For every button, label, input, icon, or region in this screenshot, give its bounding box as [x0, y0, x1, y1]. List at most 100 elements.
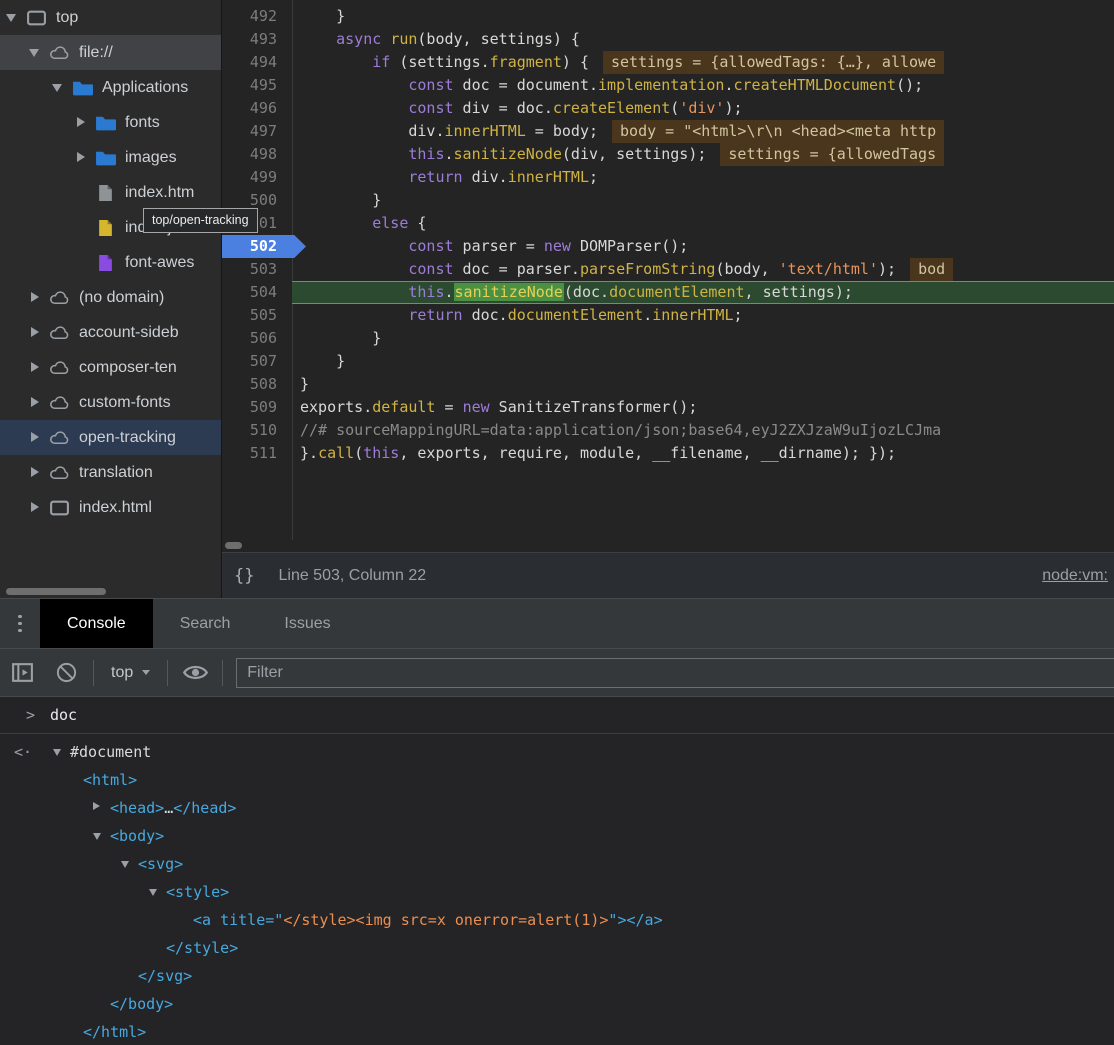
- expand-arrow-icon[interactable]: [29, 397, 40, 408]
- expand-arrow-icon[interactable]: [29, 432, 40, 443]
- code-line-492[interactable]: 492 }: [222, 5, 1114, 28]
- line-number-gutter[interactable]: 510: [222, 419, 292, 442]
- expand-arrow-icon[interactable]: [29, 292, 40, 303]
- line-number-gutter[interactable]: 505: [222, 304, 292, 327]
- line-number-gutter[interactable]: 498: [222, 143, 292, 166]
- execution-context-selector[interactable]: top: [111, 664, 150, 682]
- code-line-494[interactable]: 494 if (settings.fragment) {settings = {…: [222, 51, 1114, 74]
- line-number-gutter[interactable]: 493: [222, 28, 292, 51]
- line-number-gutter[interactable]: 499: [222, 166, 292, 189]
- console-tree-row[interactable]: </style>: [0, 934, 1114, 962]
- dom-token: </style><img src=x onerror=alert(1)>: [283, 911, 608, 929]
- show-console-sidebar-button[interactable]: [0, 660, 44, 685]
- sidebar-item-account-sideb[interactable]: account-sideb: [0, 315, 221, 350]
- console-tree-row[interactable]: </svg>: [0, 962, 1114, 990]
- expand-arrow-icon[interactable]: [29, 502, 40, 513]
- code-line-500[interactable]: 500 }: [222, 189, 1114, 212]
- code-line-501[interactable]: 501 else {: [222, 212, 1114, 235]
- console-tree-row[interactable]: </body>: [0, 990, 1114, 1018]
- collapse-arrow-icon[interactable]: [29, 47, 40, 58]
- code-line-498[interactable]: 498 this.sanitizeNode(div, settings);set…: [222, 143, 1114, 166]
- collapse-arrow-icon[interactable]: [52, 82, 63, 93]
- pretty-print-button[interactable]: {}: [234, 566, 254, 586]
- sidebar-item-custom-fonts[interactable]: custom-fonts: [0, 385, 221, 420]
- sidebar-item-top[interactable]: top: [0, 0, 221, 35]
- collapse-arrow-icon[interactable]: [121, 861, 129, 868]
- line-number-gutter[interactable]: 506: [222, 327, 292, 350]
- line-number-gutter[interactable]: 503: [222, 258, 292, 281]
- line-number-gutter[interactable]: 494: [222, 51, 292, 74]
- code-line-508[interactable]: 508}: [222, 373, 1114, 396]
- sidebar-item-images[interactable]: images: [0, 140, 221, 175]
- code-line-511[interactable]: 511}.call(this, exports, require, module…: [222, 442, 1114, 465]
- more-options-icon[interactable]: [0, 599, 40, 648]
- code-line-507[interactable]: 507 }: [222, 350, 1114, 373]
- collapse-arrow-icon[interactable]: [149, 889, 157, 896]
- sidebar-item-file[interactable]: file://: [0, 35, 221, 70]
- sidebar-item-applications[interactable]: Applications: [0, 70, 221, 105]
- console-tree-row[interactable]: <body>: [0, 822, 1114, 850]
- line-number-gutter[interactable]: 502: [222, 235, 292, 258]
- line-number-gutter[interactable]: 507: [222, 350, 292, 373]
- clear-console-button[interactable]: [44, 661, 88, 684]
- expand-arrow-icon[interactable]: [93, 802, 100, 810]
- line-number-gutter[interactable]: 492: [222, 5, 292, 28]
- create-live-expression-button[interactable]: [173, 659, 217, 686]
- sidebar-item-composer-ten[interactable]: composer-ten: [0, 350, 221, 385]
- source-mapped-link[interactable]: node:vm:: [1042, 567, 1108, 585]
- line-number-gutter[interactable]: 504: [222, 281, 292, 304]
- console-tree-row[interactable]: <html>: [0, 766, 1114, 794]
- console-tree-row[interactable]: <svg>: [0, 850, 1114, 878]
- console-tree-row[interactable]: <a title="</style><img src=x onerror=ale…: [0, 906, 1114, 934]
- code-line-496[interactable]: 496 const div = doc.createElement('div')…: [222, 97, 1114, 120]
- sidebar-item-open-tracking[interactable]: open-tracking: [0, 420, 221, 455]
- line-number-text: 505: [250, 306, 277, 324]
- line-number-gutter[interactable]: 509: [222, 396, 292, 419]
- code-line-505[interactable]: 505 return doc.documentElement.innerHTML…: [222, 304, 1114, 327]
- collapse-arrow-icon[interactable]: [53, 749, 61, 756]
- code-editor[interactable]: 492 }493 async run(body, settings) {494 …: [222, 0, 1114, 540]
- expand-arrow-icon[interactable]: [75, 152, 86, 163]
- expand-arrow-icon[interactable]: [29, 362, 40, 373]
- line-number-gutter[interactable]: 496: [222, 97, 292, 120]
- expand-arrow-icon[interactable]: [75, 117, 86, 128]
- code-line-503[interactable]: 503 const doc = parser.parseFromString(b…: [222, 258, 1114, 281]
- console-input-echo[interactable]: > doc: [0, 697, 1114, 734]
- code-line-510[interactable]: 510//# sourceMappingURL=data:application…: [222, 419, 1114, 442]
- console-filter-input[interactable]: [236, 658, 1114, 688]
- code-line-506[interactable]: 506 }: [222, 327, 1114, 350]
- collapse-arrow-icon[interactable]: [93, 833, 101, 840]
- code-line-502[interactable]: 502 const parser = new DOMParser();: [222, 235, 1114, 258]
- code-line-504[interactable]: 504 this.sanitizeNode(doc.documentElemen…: [222, 281, 1114, 304]
- code-line-497[interactable]: 497 div.innerHTML = body;body = "<html>\…: [222, 120, 1114, 143]
- sidebar-item-no-domain[interactable]: (no domain): [0, 280, 221, 315]
- console-tree-row[interactable]: </html>: [0, 1018, 1114, 1045]
- sidebar-item-translation[interactable]: translation: [0, 455, 221, 490]
- code-line-495[interactable]: 495 const doc = document.implementation.…: [222, 74, 1114, 97]
- editor-horizontal-scrollbar[interactable]: [225, 542, 242, 549]
- tab-console[interactable]: Console: [40, 599, 153, 648]
- line-number-gutter[interactable]: 508: [222, 373, 292, 396]
- console-tree-row[interactable]: <style>: [0, 878, 1114, 906]
- dom-node-text: <head>…</head>: [0, 794, 1114, 822]
- console-tree-row[interactable]: <·#document: [0, 738, 1114, 766]
- code-line-493[interactable]: 493 async run(body, settings) {: [222, 28, 1114, 51]
- collapse-arrow-icon[interactable]: [6, 12, 17, 23]
- expand-arrow-icon[interactable]: [29, 467, 40, 478]
- tab-issues[interactable]: Issues: [257, 599, 357, 648]
- line-number-gutter[interactable]: 495: [222, 74, 292, 97]
- frame-icon: [26, 9, 47, 27]
- console-tree-row[interactable]: <head>…</head>: [0, 794, 1114, 822]
- tab-search[interactable]: Search: [153, 599, 258, 648]
- code-line-509[interactable]: 509exports.default = new SanitizeTransfo…: [222, 396, 1114, 419]
- code-line-499[interactable]: 499 return div.innerHTML;: [222, 166, 1114, 189]
- line-number-gutter[interactable]: 511: [222, 442, 292, 465]
- sidebar-item-index-htm[interactable]: index.htm: [0, 175, 221, 210]
- sidebar-item-index-html[interactable]: index.html: [0, 490, 221, 525]
- code-token: }.: [300, 444, 318, 462]
- sidebar-item-fonts[interactable]: fonts: [0, 105, 221, 140]
- line-number-gutter[interactable]: 497: [222, 120, 292, 143]
- sidebar-horizontal-scrollbar[interactable]: [6, 588, 106, 595]
- expand-arrow-icon[interactable]: [29, 327, 40, 338]
- sidebar-item-font-awes[interactable]: font-awes: [0, 245, 221, 280]
